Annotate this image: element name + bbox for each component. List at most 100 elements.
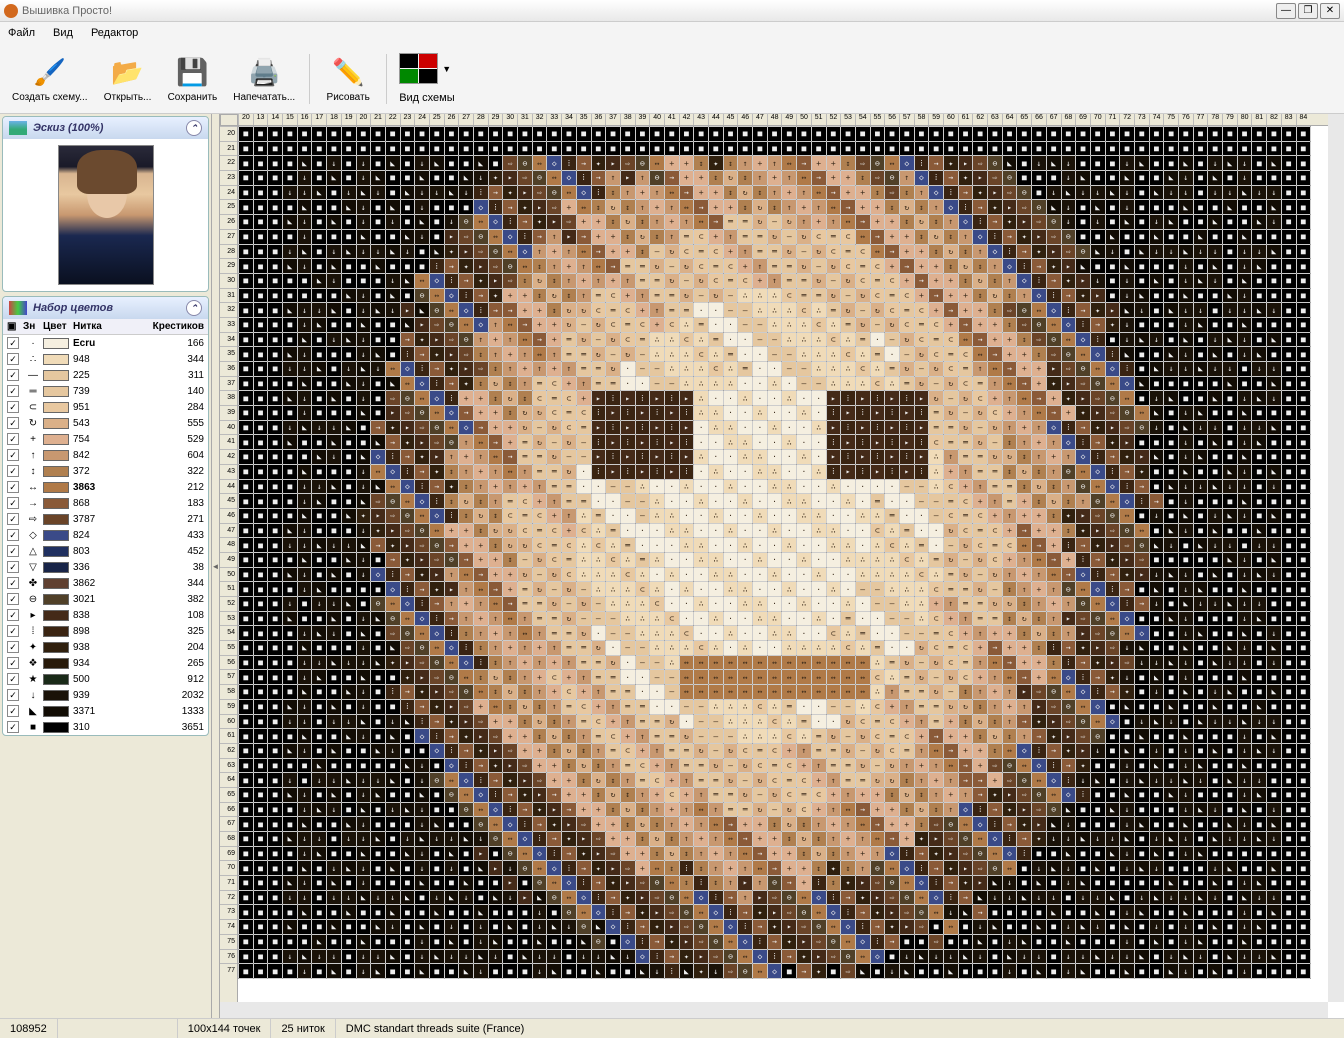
cross-count: 1333 — [121, 706, 204, 717]
thread-number: 934 — [73, 658, 121, 669]
cross-count: 212 — [121, 482, 204, 493]
status-dimensions: 100x144 точек — [178, 1019, 272, 1038]
color-row[interactable]: ✓▸838108 — [3, 607, 208, 623]
color-swatch — [43, 482, 69, 493]
color-swatch — [43, 450, 69, 461]
checkbox[interactable]: ✓ — [7, 593, 19, 605]
save-icon: 💾 — [174, 54, 210, 90]
stitch-grid[interactable]: ■■■■■■■■■■■■■■■■■■■■■■■■■■■■■■■■■■■■■■■■… — [238, 126, 1328, 1002]
chevron-down-icon[interactable]: ▼ — [442, 64, 451, 74]
col-count: Крестиков — [121, 321, 204, 332]
color-row[interactable]: ✓↕372322 — [3, 463, 208, 479]
checkbox[interactable]: ✓ — [7, 545, 19, 557]
color-swatch — [43, 338, 69, 349]
checkbox[interactable]: ✓ — [7, 657, 19, 669]
color-swatch — [43, 706, 69, 717]
thread-number: 3862 — [73, 578, 121, 589]
checkbox[interactable]: ✓ — [7, 625, 19, 637]
color-row[interactable]: ✓△803452 — [3, 543, 208, 559]
vertical-scrollbar[interactable] — [1328, 114, 1344, 1002]
checkbox[interactable]: ✓ — [7, 369, 19, 381]
sidebar-collapse-handle[interactable] — [212, 114, 220, 1018]
color-row[interactable]: ✓↻543555 — [3, 415, 208, 431]
color-row[interactable]: ✓↔3863212 — [3, 479, 208, 495]
color-row[interactable]: ✓◇824433 — [3, 527, 208, 543]
view-scheme-control[interactable]: ▼ Вид схемы — [395, 49, 458, 108]
checkbox[interactable]: ✓ — [7, 337, 19, 349]
checkbox[interactable]: ✓ — [7, 497, 19, 509]
color-row[interactable]: ✓·Ecru166 — [3, 335, 208, 351]
checkbox[interactable]: ✓ — [7, 465, 19, 477]
color-row[interactable]: ✓∴948344 — [3, 351, 208, 367]
collapse-button[interactable]: ⌃ — [186, 120, 202, 136]
open-button[interactable]: 📂 Открыть... — [98, 47, 158, 111]
color-row[interactable]: ✓❖934265 — [3, 655, 208, 671]
checkbox[interactable]: ✓ — [7, 513, 19, 525]
checkbox[interactable]: ✓ — [7, 561, 19, 573]
color-row[interactable]: ✓✦938204 — [3, 639, 208, 655]
menu-file[interactable]: Файл — [8, 27, 35, 39]
cross-count: 140 — [121, 386, 204, 397]
checkbox[interactable]: ✓ — [7, 385, 19, 397]
checkbox[interactable]: ✓ — [7, 401, 19, 413]
checkbox[interactable]: ✓ — [7, 689, 19, 701]
color-row[interactable]: ✓■3103651 — [3, 719, 208, 735]
cross-count: 311 — [121, 370, 204, 381]
color-row[interactable]: ✓✤3862344 — [3, 575, 208, 591]
checkbox[interactable]: ✓ — [7, 353, 19, 365]
close-button[interactable]: ✕ — [1320, 3, 1340, 19]
color-swatch — [43, 530, 69, 541]
thread-number: 803 — [73, 546, 121, 557]
minimize-button[interactable]: — — [1276, 3, 1296, 19]
checkbox[interactable]: ✓ — [7, 641, 19, 653]
save-button[interactable]: 💾 Сохранить — [162, 47, 224, 111]
thread-number: 543 — [73, 418, 121, 429]
cross-count: 604 — [121, 450, 204, 461]
color-row[interactable]: ✓⊖3021382 — [3, 591, 208, 607]
checkbox[interactable]: ✓ — [7, 721, 19, 733]
menu-view[interactable]: Вид — [53, 27, 73, 39]
checkbox[interactable]: ✓ — [7, 705, 19, 717]
checkbox[interactable]: ✓ — [7, 433, 19, 445]
color-row[interactable]: ✓★500912 — [3, 671, 208, 687]
color-symbol: ↑ — [23, 450, 43, 461]
color-row[interactable]: ✓⇨3787271 — [3, 511, 208, 527]
color-row[interactable]: ✓—225311 — [3, 367, 208, 383]
color-swatch — [43, 674, 69, 685]
color-row[interactable]: ✓═739140 — [3, 383, 208, 399]
app-icon — [4, 4, 18, 18]
color-row[interactable]: ✓+754529 — [3, 431, 208, 447]
checkbox[interactable]: ✓ — [7, 577, 19, 589]
color-swatch — [43, 658, 69, 669]
source-image-thumbnail[interactable] — [58, 145, 154, 285]
collapse-button[interactable]: ⌃ — [186, 300, 202, 316]
horizontal-scrollbar[interactable] — [220, 1002, 1328, 1018]
checkbox[interactable]: ✓ — [7, 529, 19, 541]
color-row[interactable]: ✓↓9392032 — [3, 687, 208, 703]
status-suite: DMC standart threads suite (France) — [336, 1019, 1344, 1038]
print-button[interactable]: 🖨️ Напечатать... — [227, 47, 301, 111]
color-swatch — [43, 642, 69, 653]
create-scheme-button[interactable]: 🖌️ Создать схему... — [6, 47, 94, 111]
sketch-icon — [9, 121, 27, 135]
menu-editor[interactable]: Редактор — [91, 27, 138, 39]
thread-number: 739 — [73, 386, 121, 397]
checkbox[interactable]: ✓ — [7, 673, 19, 685]
checkbox[interactable]: ✓ — [7, 417, 19, 429]
checkbox[interactable]: ✓ — [7, 609, 19, 621]
color-row[interactable]: ✓⊂951284 — [3, 399, 208, 415]
color-row[interactable]: ✓▽33638 — [3, 559, 208, 575]
sketch-panel: Эскиз (100%) ⌃ — [2, 116, 209, 292]
color-symbol: ▸ — [23, 610, 43, 621]
color-table-header: ▣ Зн Цвет Нитка Крестиков — [3, 319, 208, 335]
maximize-button[interactable]: ❐ — [1298, 3, 1318, 19]
color-row[interactable]: ✓◣33711333 — [3, 703, 208, 719]
checkbox[interactable]: ✓ — [7, 449, 19, 461]
color-row[interactable]: ✓→868183 — [3, 495, 208, 511]
color-row[interactable]: ✓⁞898325 — [3, 623, 208, 639]
color-row[interactable]: ✓↑842604 — [3, 447, 208, 463]
color-swatch — [43, 546, 69, 557]
draw-button[interactable]: ✏️ Рисовать — [318, 47, 378, 111]
cross-count: 322 — [121, 466, 204, 477]
checkbox[interactable]: ✓ — [7, 481, 19, 493]
